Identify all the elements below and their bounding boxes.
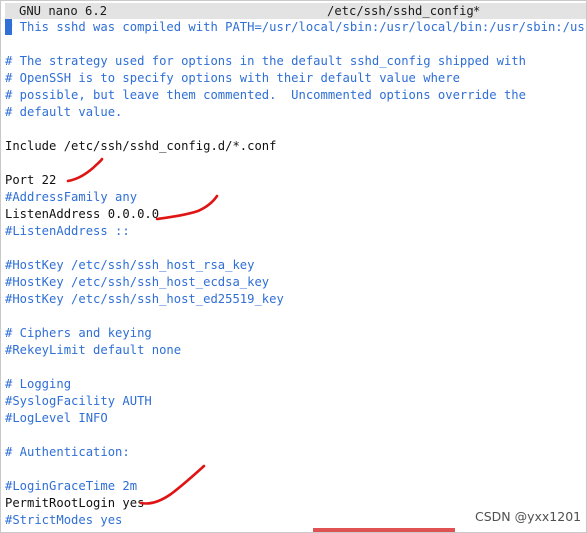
text-cursor xyxy=(5,19,12,35)
comment-line: #LoginGraceTime 2m xyxy=(5,479,138,493)
config-directive-line: Port 22 xyxy=(5,173,57,187)
comment-line: # This sshd was compiled with PATH=/usr/… xyxy=(5,20,587,34)
comment-line: #AddressFamily any xyxy=(5,190,138,204)
comment-line: # possible, but leave them commented. Un… xyxy=(5,88,526,102)
terminal-window: GNU nano 6.2 /etc/ssh/sshd_config * # Th… xyxy=(0,0,587,533)
comment-line: #HostKey /etc/ssh/ssh_host_ecdsa_key xyxy=(5,275,270,289)
scroll-position-marker xyxy=(313,528,455,532)
comment-line: #RekeyLimit default none xyxy=(5,343,182,357)
editor-file-path: /etc/ssh/sshd_config xyxy=(327,4,474,18)
editor-app-label: GNU nano 6.2 xyxy=(19,4,108,18)
comment-line: # Logging xyxy=(5,377,72,391)
modified-indicator: * xyxy=(473,4,481,18)
comment-line: #ListenAddress :: xyxy=(5,224,130,238)
comment-line: # OpenSSH is to specify options with the… xyxy=(5,71,460,85)
config-directive-line: ListenAddress 0.0.0.0 xyxy=(5,207,160,221)
comment-line: # Ciphers and keying xyxy=(5,326,152,340)
nano-title-bar: GNU nano 6.2 /etc/ssh/sshd_config * xyxy=(5,3,586,19)
comment-line: #HostKey /etc/ssh/ssh_host_rsa_key xyxy=(5,258,255,272)
comment-line: # Authentication: xyxy=(5,445,130,459)
config-directive-line: Include /etc/ssh/sshd_config.d/*.conf xyxy=(5,139,277,153)
comment-line: #SyslogFacility AUTH xyxy=(5,394,152,408)
editor-text-area[interactable]: # This sshd was compiled with PATH=/usr/… xyxy=(5,19,587,529)
comment-line: # The strategy used for options in the d… xyxy=(5,54,526,68)
csdn-watermark: CSDN @yxx1201 xyxy=(475,509,582,524)
comment-line: #LogLevel INFO xyxy=(5,411,108,425)
comment-line: #HostKey /etc/ssh/ssh_host_ed25519_key xyxy=(5,292,284,306)
comment-line: # default value. xyxy=(5,105,123,119)
